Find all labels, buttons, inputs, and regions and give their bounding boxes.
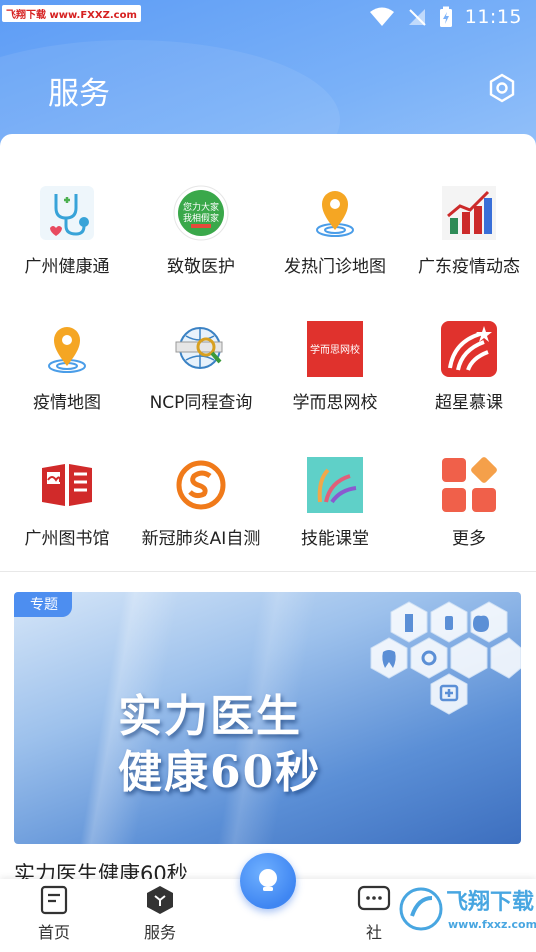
chaoxing-logo-icon: [440, 320, 498, 378]
service-label: 技能课堂: [301, 529, 369, 549]
service-label: 发热门诊地图: [284, 257, 386, 277]
map-pin-icon: [38, 320, 96, 378]
service-label: 广州图书馆: [24, 529, 110, 549]
svg-text:您力大家: 您力大家: [183, 201, 219, 213]
service-label: 广州健康通: [24, 257, 110, 277]
home-doc-icon: [40, 885, 68, 915]
service-label: NCP同程查询: [149, 393, 253, 413]
service-epidemic-map[interactable]: 疫情地图: [0, 320, 134, 430]
tab-label: 首页: [37, 923, 70, 942]
service-chaoxing-mooc[interactable]: 超星慕课: [402, 320, 536, 430]
service-label: 致敬医护: [167, 257, 235, 277]
service-label: 疫情地图: [33, 393, 101, 413]
service-label: 超星慕课: [435, 393, 503, 413]
service-hex-icon: [147, 886, 173, 914]
tribute-badge-icon: 您力大家 我相假家: [172, 184, 230, 242]
tab-label: 服务: [143, 923, 176, 942]
trend-chart-icon: [440, 184, 498, 242]
page-title: 服务: [48, 76, 110, 112]
service-label: 广东疫情动态: [418, 257, 520, 277]
no-signal-icon: [408, 9, 426, 26]
hex-settings-icon: [489, 73, 515, 103]
watermark-logo: 飞翔下载 www.fxxz.com: [398, 882, 536, 942]
watermark-url: www.fxxz.com: [448, 918, 536, 931]
watermark-circle-icon: [399, 887, 443, 931]
battery-charging-icon: [439, 6, 452, 27]
settings-button[interactable]: [486, 72, 518, 104]
book-icon: [38, 456, 96, 514]
service-more[interactable]: 更多: [402, 456, 536, 566]
stethoscope-icon: [38, 184, 96, 242]
service-xueersi[interactable]: 学而思网校 学而思网校: [268, 320, 402, 430]
community-icon: [357, 885, 391, 911]
medical-hex-icons: [370, 601, 521, 715]
tab-home[interactable]: 首页: [24, 885, 84, 943]
svg-text:我相假家: 我相假家: [183, 212, 219, 224]
status-bar: 飞翔下载 www.FXXZ.com 11:15: [0, 0, 536, 36]
banner-tag: 专题: [14, 592, 72, 617]
ai-test-icon: [172, 456, 230, 514]
map-pin-icon: [306, 184, 364, 242]
tab-label: 社: [365, 923, 382, 942]
feature-banner[interactable]: 专题 实力医生 健康60秒: [14, 592, 521, 844]
services-card: 广州健康通 您力大家 我相假家 致敬医护 发热门诊地图 广东疫情动态 疫情地图 …: [0, 134, 536, 572]
service-label: 更多: [452, 529, 486, 549]
center-action-button[interactable]: [240, 853, 296, 909]
service-covid-ai-selftest[interactable]: 新冠肺炎AI自测: [134, 456, 268, 566]
banner-headline-2: 健康60秒: [118, 747, 322, 798]
watermark-text: 飞翔下载: [446, 890, 535, 915]
skills-class-icon: [306, 456, 364, 514]
tab-community[interactable]: 社: [344, 885, 404, 943]
service-guangdong-epidemic[interactable]: 广东疫情动态: [402, 184, 536, 294]
service-fever-clinic-map[interactable]: 发热门诊地图: [268, 184, 402, 294]
more-grid-icon: [440, 456, 498, 514]
globe-search-icon: [172, 320, 230, 378]
service-guangzhou-health[interactable]: 广州健康通: [0, 184, 134, 294]
status-time: 11:15: [464, 6, 522, 28]
service-label: 学而思网校: [292, 393, 378, 413]
status-icons: 11:15: [369, 6, 522, 28]
xueersi-logo-icon: 学而思网校: [306, 320, 364, 378]
svg-text:学而思网校: 学而思网校: [310, 343, 360, 356]
tab-services[interactable]: 服务: [130, 885, 190, 943]
service-guangzhou-library[interactable]: 广州图书馆: [0, 456, 134, 566]
watermark-label: 飞翔下载 www.FXXZ.com: [2, 5, 141, 22]
service-skills-class[interactable]: 技能课堂: [268, 456, 402, 566]
service-ncp-trip-query[interactable]: NCP同程查询: [134, 320, 268, 430]
section-divider: [0, 571, 536, 572]
service-label: 新冠肺炎AI自测: [141, 529, 261, 549]
banner-headline-1: 实力医生: [118, 691, 302, 742]
service-tribute-medics[interactable]: 您力大家 我相假家 致敬医护: [134, 184, 268, 294]
bulb-icon: [259, 869, 277, 891]
wifi-icon: [369, 7, 394, 26]
